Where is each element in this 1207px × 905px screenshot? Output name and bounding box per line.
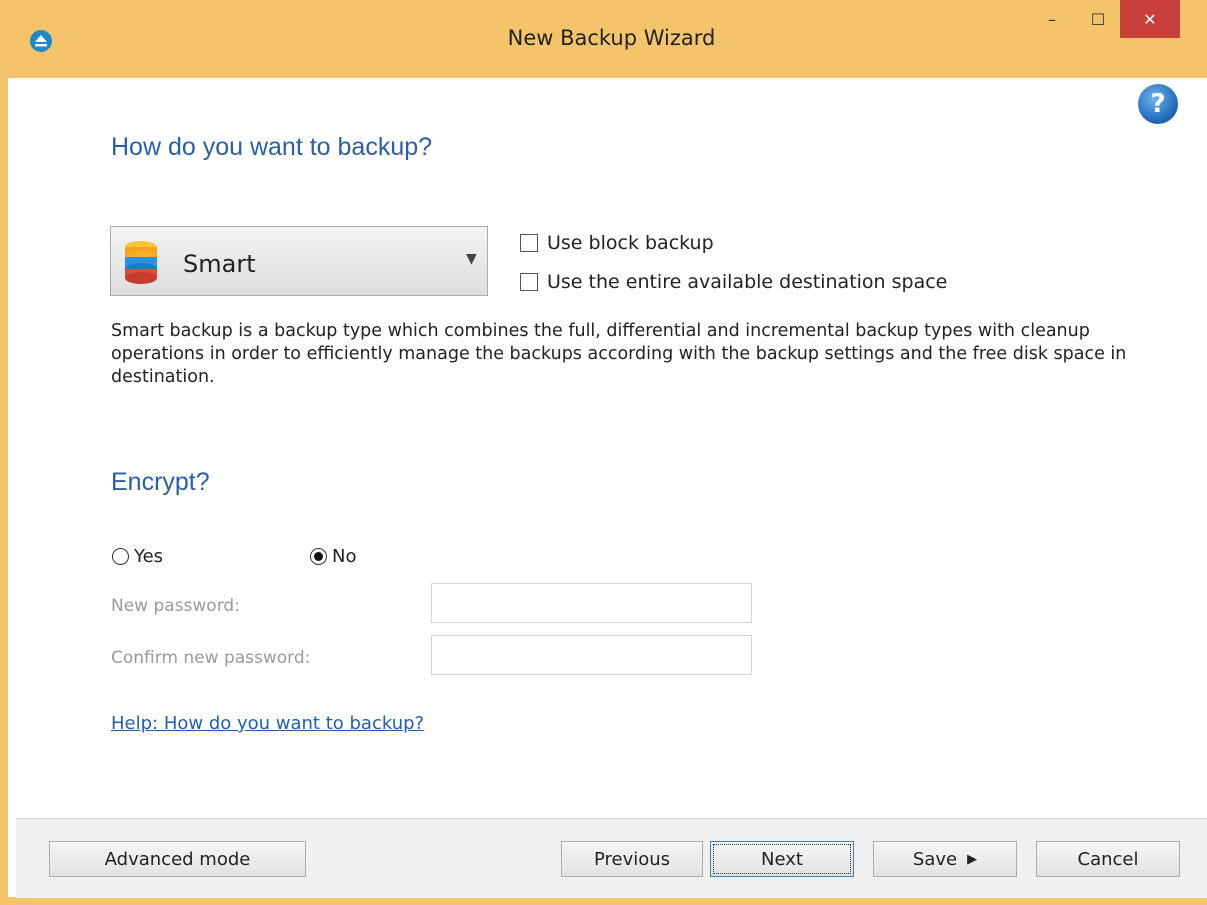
- encrypt-no-label: No: [332, 546, 357, 567]
- backup-type-dropdown[interactable]: Smart ▼: [110, 226, 488, 296]
- backup-description: Smart backup is a backup type which comb…: [111, 321, 1127, 387]
- encrypt-no-radio[interactable]: [310, 548, 327, 565]
- title-bar[interactable]: New Backup Wizard – ☐ ✕: [8, 0, 1207, 78]
- help-link[interactable]: Help: How do you want to backup?: [111, 713, 424, 734]
- block-backup-checkbox[interactable]: [520, 234, 538, 252]
- new-password-input[interactable]: [431, 583, 752, 623]
- close-button[interactable]: ✕: [1120, 0, 1180, 38]
- encrypt-heading: Encrypt?: [111, 468, 210, 496]
- encrypt-yes-option[interactable]: Yes: [112, 546, 163, 567]
- help-icon[interactable]: ?: [1138, 84, 1178, 124]
- button-bar: Advanced mode Previous Next Save ▶ Cance…: [16, 818, 1207, 898]
- confirm-password-input[interactable]: [431, 635, 752, 675]
- entire-space-option[interactable]: Use the entire available destination spa…: [520, 271, 947, 293]
- help-glyph: ?: [1150, 89, 1166, 119]
- advanced-mode-button[interactable]: Advanced mode: [49, 841, 306, 877]
- encrypt-yes-radio[interactable]: [112, 548, 129, 565]
- cancel-button[interactable]: Cancel: [1036, 841, 1180, 877]
- backup-type-value: Smart: [183, 250, 256, 278]
- block-backup-option[interactable]: Use block backup: [520, 232, 714, 254]
- database-stack-icon: [125, 241, 157, 284]
- save-button[interactable]: Save ▶: [873, 841, 1017, 877]
- maximize-button[interactable]: ☐: [1078, 0, 1118, 38]
- save-label: Save: [912, 848, 958, 870]
- minimize-button[interactable]: –: [1032, 0, 1072, 38]
- window-title: New Backup Wizard: [507, 26, 716, 50]
- encrypt-no-option[interactable]: No: [310, 546, 356, 567]
- wizard-window: New Backup Wizard – ☐ ✕ ? How do you wan…: [0, 0, 1207, 905]
- confirm-password-label: Confirm new password:: [111, 648, 311, 668]
- triangle-right-icon: ▶: [967, 851, 978, 867]
- chevron-down-icon: ▼: [466, 251, 477, 267]
- backup-heading: How do you want to backup?: [111, 133, 433, 161]
- entire-space-label: Use the entire available destination spa…: [547, 271, 948, 293]
- previous-button[interactable]: Previous: [561, 841, 703, 877]
- block-backup-label: Use block backup: [547, 232, 714, 254]
- new-password-label: New password:: [111, 596, 240, 616]
- wizard-content: ? How do you want to backup? Smart ▼ Use…: [16, 78, 1207, 818]
- next-button[interactable]: Next: [710, 841, 854, 877]
- entire-space-checkbox[interactable]: [520, 273, 538, 291]
- encrypt-yes-label: Yes: [134, 546, 164, 567]
